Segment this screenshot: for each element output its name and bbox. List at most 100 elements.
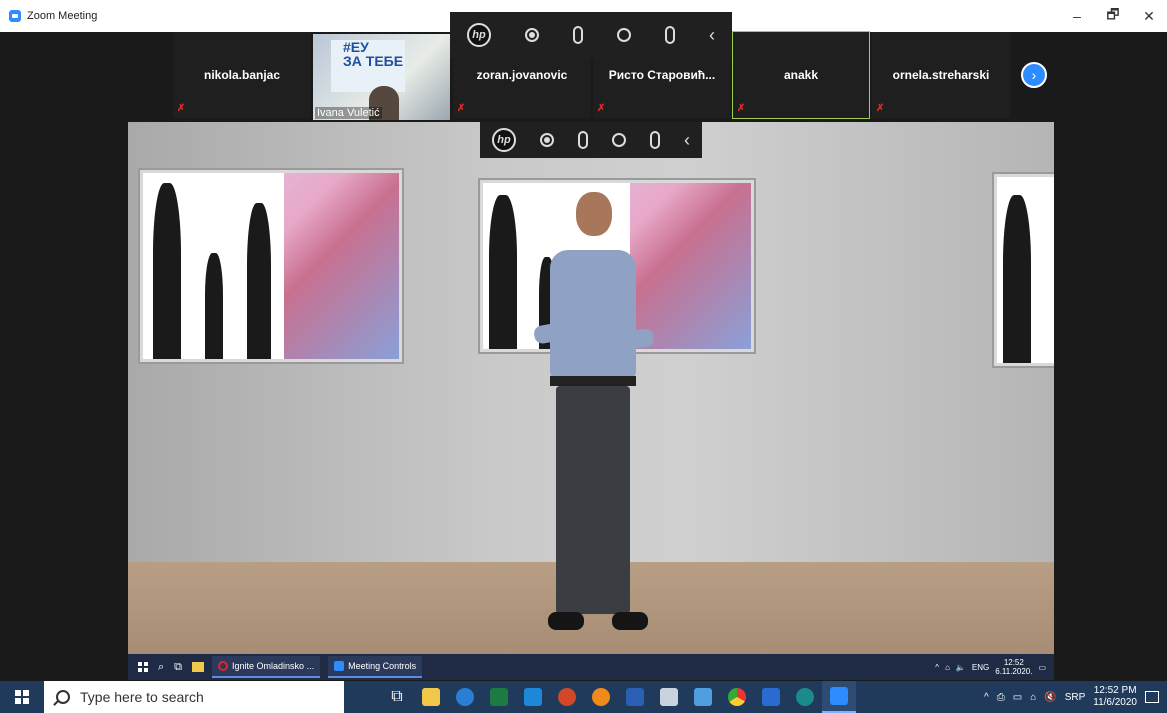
start-button[interactable] bbox=[0, 681, 44, 713]
hp-logo-icon: hp bbox=[492, 128, 516, 152]
muted-mic-icon: ✗ bbox=[737, 103, 746, 114]
app-icon bbox=[694, 688, 712, 706]
next-page-button[interactable]: › bbox=[1021, 62, 1047, 88]
record-icon[interactable] bbox=[525, 28, 539, 42]
participant-name: anakk bbox=[783, 68, 819, 82]
participant-video-tile[interactable]: #ЕУ ЗА ТЕБЕ Ivana Vuletić bbox=[313, 34, 450, 120]
battery-icon[interactable]: ▭ bbox=[1013, 692, 1022, 703]
search-icon bbox=[56, 690, 70, 704]
notification-icon: ▭ bbox=[1038, 662, 1046, 672]
hp-camera-toolbar: hp ‹ bbox=[450, 12, 732, 58]
edge-icon bbox=[456, 688, 474, 706]
input-language[interactable]: SRP bbox=[1065, 692, 1086, 703]
volume-muted-icon[interactable]: 🔇 bbox=[1044, 692, 1056, 703]
powerpoint-icon bbox=[558, 688, 576, 706]
circle-icon bbox=[612, 133, 626, 147]
participant-tile-active[interactable]: anakk ✗ bbox=[732, 31, 870, 119]
participant-tile[interactable]: ornela.streharski ✗ bbox=[872, 32, 1010, 118]
powerpoint-button[interactable] bbox=[550, 681, 584, 713]
store-button[interactable] bbox=[754, 681, 788, 713]
sharepoint-button[interactable] bbox=[788, 681, 822, 713]
opera-icon bbox=[218, 661, 229, 671]
network-icon[interactable]: ⌂ bbox=[1030, 692, 1036, 703]
muted-mic-icon: ✗ bbox=[876, 103, 885, 114]
printer-icon[interactable]: ⎙ bbox=[997, 692, 1005, 703]
participant-name: ornela.streharski bbox=[892, 68, 990, 82]
microphone-icon bbox=[578, 131, 588, 149]
app-button[interactable] bbox=[652, 681, 686, 713]
shared-screen: hp ‹ bbox=[128, 122, 1054, 654]
taskbar-app-meeting-controls: Meeting Controls bbox=[328, 656, 423, 678]
shared-clock: 12:52 6.11.2020. bbox=[995, 658, 1033, 676]
participant-tile[interactable]: nikola.banjac ✗ bbox=[173, 32, 311, 118]
shared-taskbar: ⌕ ⧉ Ignite Omladinsko ... Meeting Contro… bbox=[128, 654, 1054, 680]
word-button[interactable] bbox=[618, 681, 652, 713]
vlc-button[interactable] bbox=[584, 681, 618, 713]
zoom-icon bbox=[830, 687, 848, 705]
input-language: ENG bbox=[971, 662, 990, 672]
left-screen-panel bbox=[140, 170, 402, 362]
network-icon: ⌂ bbox=[945, 662, 950, 672]
chrome-icon bbox=[728, 688, 746, 706]
microphone-broadcast-icon bbox=[650, 131, 660, 149]
close-button[interactable]: ✕ bbox=[1131, 0, 1167, 32]
window-icon bbox=[660, 688, 678, 706]
presenter bbox=[532, 192, 658, 638]
windows-logo-icon bbox=[15, 690, 29, 704]
participant-name: zoran.jovanovic bbox=[476, 68, 568, 82]
tray-chevron-icon[interactable]: ^ bbox=[984, 692, 989, 703]
tray-chevron-icon: ^ bbox=[935, 662, 940, 672]
sharepoint-icon bbox=[796, 688, 814, 706]
search-placeholder: Type here to search bbox=[80, 689, 204, 705]
window-title: Zoom Meeting bbox=[27, 10, 98, 22]
taskbar-search[interactable]: Type here to search bbox=[44, 681, 344, 713]
notification-center-icon[interactable] bbox=[1145, 691, 1159, 703]
minimize-button[interactable]: – bbox=[1059, 0, 1095, 32]
vlc-icon bbox=[592, 688, 610, 706]
outlook-button[interactable] bbox=[516, 681, 550, 713]
hp-logo-icon: hp bbox=[467, 23, 491, 47]
collapse-chevron-icon[interactable]: ‹ bbox=[709, 25, 715, 46]
circle-icon[interactable] bbox=[617, 28, 631, 42]
shared-system-tray: ^ ⌂ 🔈 ENG 12:52 6.11.2020. ▭ bbox=[935, 654, 1046, 680]
folder-icon bbox=[422, 688, 440, 706]
participant-name: Ivana Vuletić bbox=[315, 107, 382, 119]
zoom-app-icon bbox=[9, 10, 21, 22]
participant-name: Ристо Старовић... bbox=[608, 68, 716, 82]
taskbar-app-opera: Ignite Omladinsko ... bbox=[212, 656, 321, 678]
excel-button[interactable] bbox=[482, 681, 516, 713]
volume-icon: 🔈 bbox=[955, 662, 966, 672]
zoom-icon bbox=[334, 661, 345, 671]
search-icon: ⌕ bbox=[158, 660, 165, 673]
microphone-broadcast-icon[interactable] bbox=[665, 26, 675, 44]
pinned-apps: ⧉ bbox=[380, 681, 856, 713]
file-explorer-icon bbox=[192, 658, 205, 676]
store-icon bbox=[762, 688, 780, 706]
taskbar-clock[interactable]: 12:52 PM 11/6/2020 bbox=[1093, 685, 1137, 709]
task-view-icon: ⧉ bbox=[174, 660, 183, 673]
record-icon bbox=[540, 133, 554, 147]
right-screen-panel bbox=[994, 174, 1054, 366]
maximize-button[interactable]: 🗗 bbox=[1095, 0, 1131, 32]
window-controls: – 🗗 ✕ bbox=[1059, 0, 1167, 32]
windows-taskbar: Type here to search ⧉ ^ ⎙ ▭ ⌂ 🔇 SRP 12:5… bbox=[0, 681, 1167, 713]
muted-mic-icon: ✗ bbox=[177, 103, 186, 114]
hp-camera-toolbar-shared: hp ‹ bbox=[480, 122, 702, 158]
chrome-button[interactable] bbox=[720, 681, 754, 713]
zoom-button[interactable] bbox=[822, 681, 856, 713]
task-view-button[interactable]: ⧉ bbox=[380, 681, 414, 713]
muted-mic-icon: ✗ bbox=[597, 103, 606, 114]
collapse-chevron-icon: ‹ bbox=[684, 129, 690, 150]
microphone-icon[interactable] bbox=[573, 26, 583, 44]
participant-name: nikola.banjac bbox=[203, 68, 281, 82]
file-explorer-button[interactable] bbox=[414, 681, 448, 713]
word-icon bbox=[626, 688, 644, 706]
mail-icon bbox=[524, 688, 542, 706]
app-button[interactable] bbox=[686, 681, 720, 713]
campaign-sign: #ЕУ ЗА ТЕБЕ bbox=[331, 40, 405, 92]
system-tray: ^ ⎙ ▭ ⌂ 🔇 SRP 12:52 PM 11/6/2020 bbox=[984, 681, 1167, 713]
edge-button[interactable] bbox=[448, 681, 482, 713]
excel-icon bbox=[490, 688, 508, 706]
windows-start-icon bbox=[138, 658, 148, 676]
muted-mic-icon: ✗ bbox=[457, 103, 466, 114]
